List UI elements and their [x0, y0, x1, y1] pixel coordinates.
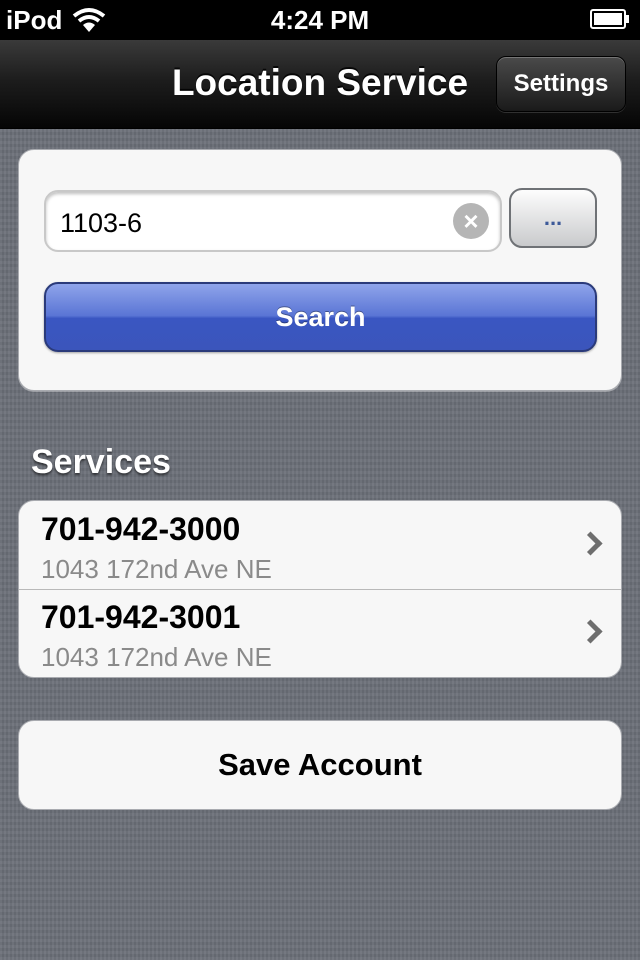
close-circle-icon[interactable]: × [453, 203, 489, 239]
service-address: 1043 172nd Ave NE [41, 642, 272, 672]
more-options-button[interactable]: ... [509, 188, 597, 248]
search-input-value: 1103-6 [60, 208, 143, 238]
services-list: 701-942-3000 1043 172nd Ave NE 701-942-3… [18, 500, 622, 678]
list-item[interactable]: 701-942-3000 1043 172nd Ave NE [19, 501, 621, 590]
service-phone: 701-942-3001 [41, 599, 241, 635]
chevron-right-icon [578, 531, 603, 556]
search-button[interactable]: Search [44, 282, 597, 352]
status-bar: iPod 4:24 PM [0, 0, 640, 40]
search-panel: 1103-6 × ... Search [18, 149, 622, 391]
services-header: Services [31, 443, 171, 481]
settings-button[interactable]: Settings [496, 56, 626, 112]
status-time: 4:24 PM [270, 5, 370, 35]
service-phone: 701-942-3000 [41, 511, 241, 547]
navigation-bar: Location Service Settings [0, 40, 640, 129]
chevron-right-icon [578, 619, 603, 644]
save-account-button[interactable]: Save Account [18, 720, 622, 810]
search-input[interactable]: 1103-6 × [44, 190, 502, 252]
list-item[interactable]: 701-942-3001 1043 172nd Ave NE [19, 589, 621, 677]
battery-icon [590, 9, 630, 29]
service-address: 1043 172nd Ave NE [41, 554, 272, 584]
